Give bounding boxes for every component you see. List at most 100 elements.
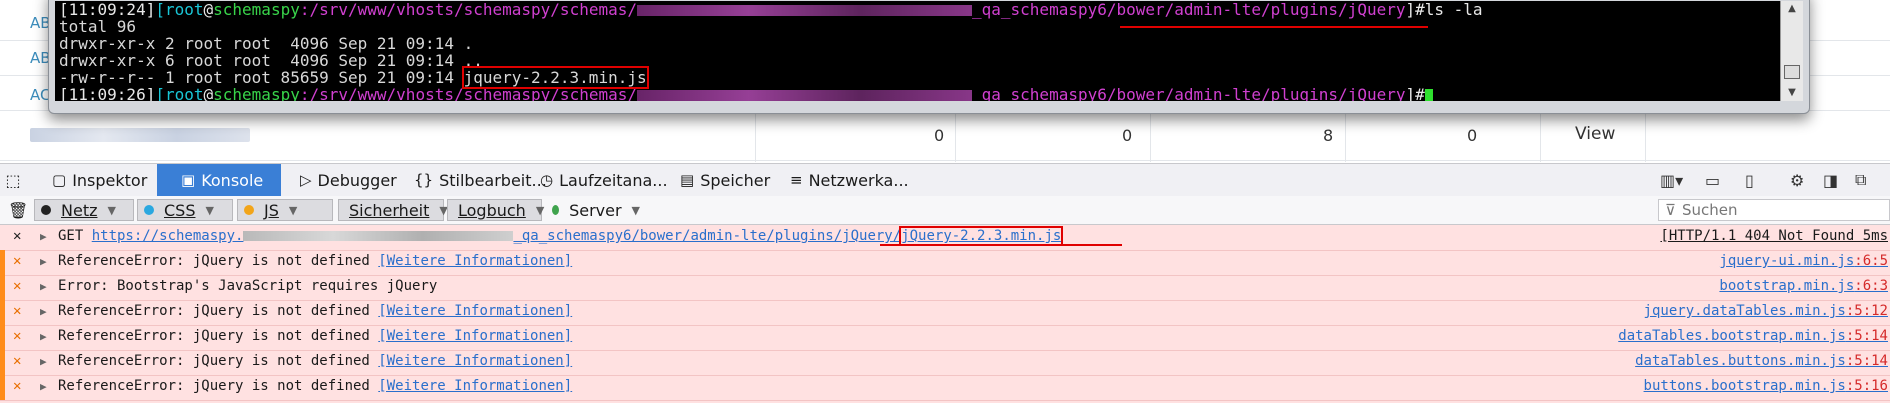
console-row-error[interactable]: ✕ ▶ ReferenceError: jQuery is not defined… bbox=[0, 300, 1890, 326]
network-icon: ≡ bbox=[790, 171, 803, 189]
close-devtools-icon[interactable]: ⧉ bbox=[1855, 164, 1866, 196]
source-link[interactable]: bootstrap.min.js:6:3 bbox=[1719, 278, 1888, 294]
redacted-url bbox=[243, 231, 514, 241]
terminal-line: total 96 bbox=[59, 17, 137, 36]
tab-debugger[interactable]: ▷ Debugger bbox=[300, 164, 397, 196]
error-x-icon: ✕ bbox=[13, 253, 22, 269]
more-info-link[interactable]: [Weitere Informationen] bbox=[378, 353, 572, 369]
annotation-underline bbox=[1120, 26, 1428, 28]
error-x-icon: ✕ bbox=[13, 328, 22, 344]
tab-stilbearbeitung[interactable]: {} Stilbearbeit... bbox=[414, 164, 547, 196]
error-x-icon: ✕ bbox=[13, 278, 22, 294]
console-row-error[interactable]: ✕ ▶ ReferenceError: jQuery is not defined… bbox=[0, 250, 1890, 276]
expand-triangle-icon[interactable]: ▶ bbox=[40, 255, 47, 268]
filter-js[interactable]: JS ▼ bbox=[237, 199, 333, 221]
filter-icon: ⊽ bbox=[1665, 201, 1676, 219]
view-link[interactable]: View bbox=[1575, 124, 1615, 144]
error-x-icon: ✕ bbox=[13, 353, 22, 369]
console-row-error[interactable]: ✕ ▶ Error: Bootstrap's JavaScript require… bbox=[0, 275, 1890, 301]
source-link[interactable]: jquery-ui.min.js:6:5 bbox=[1719, 253, 1888, 269]
console-search-input[interactable]: ⊽ Suchen bbox=[1658, 199, 1890, 221]
http-status[interactable]: [HTTP/1.1 404 Not Found 5ms bbox=[1660, 228, 1888, 244]
trash-icon[interactable]: 🗑 bbox=[2, 199, 34, 221]
memory-icon: ▤ bbox=[680, 171, 695, 189]
column-divider bbox=[1540, 110, 1541, 162]
table-cell: 8 bbox=[1323, 126, 1334, 145]
pick-element-icon[interactable]: ⬚ bbox=[0, 164, 26, 196]
css-dot-icon bbox=[144, 205, 154, 215]
braces-icon: {} bbox=[414, 171, 434, 189]
scroll-thumb[interactable] bbox=[1784, 65, 1800, 79]
more-info-link[interactable]: [Weitere Informationen] bbox=[378, 303, 572, 319]
filter-server[interactable]: Server ▼ bbox=[546, 199, 646, 221]
tab-laufzeitanalyse[interactable]: ◷ Laufzeitana... bbox=[540, 164, 668, 196]
expand-triangle-icon[interactable]: ▶ bbox=[40, 280, 47, 293]
column-divider bbox=[1345, 110, 1346, 162]
expand-triangle-icon[interactable]: ▶ bbox=[40, 380, 47, 393]
more-info-link[interactable]: [Weitere Informationen] bbox=[378, 378, 572, 394]
filter-logbuch[interactable]: Logbuch ▼ bbox=[447, 199, 545, 221]
scroll-down-icon[interactable]: ▼ bbox=[1781, 85, 1803, 101]
error-x-icon: ✕ bbox=[13, 228, 22, 244]
terminal-line: drwxr-xr-x 2 root root 4096 Sep 21 09:14… bbox=[59, 34, 474, 53]
gear-icon[interactable]: ⚙ bbox=[1790, 164, 1804, 196]
console-output: ✕ ▶ GET https://schemaspy. _qa_schemaspy6… bbox=[0, 225, 1890, 403]
terminal-line: -rw-r--r-- 1 root root 85659 Sep 21 09:1… bbox=[59, 66, 649, 89]
redacted-path bbox=[637, 5, 972, 16]
filter-netz[interactable]: Netz ▼ bbox=[34, 199, 134, 221]
terminal-prompt-line: [11:09:24][root@schemaspy:/srv/www/vhost… bbox=[59, 1, 1483, 19]
responsive-design-icon[interactable]: ▯ bbox=[1745, 164, 1754, 196]
expand-triangle-icon[interactable]: ▶ bbox=[40, 355, 47, 368]
tab-inspektor[interactable]: ▢ Inspektor bbox=[52, 164, 147, 196]
console-icon: ▣ bbox=[181, 171, 196, 189]
more-info-link[interactable]: [Weitere Informationen] bbox=[378, 328, 572, 344]
terminal-cursor bbox=[1424, 88, 1433, 101]
chevron-down-icon: ▼ bbox=[107, 203, 116, 217]
tab-konsole[interactable]: ▣ Konsole bbox=[157, 164, 281, 196]
source-link[interactable]: jquery.dataTables.min.js:5:12 bbox=[1644, 303, 1888, 319]
terminal-scrollbar[interactable]: ▲ ▼ bbox=[1780, 1, 1803, 101]
performance-icon: ◷ bbox=[540, 171, 554, 189]
chevron-down-icon: ▼ bbox=[288, 203, 298, 217]
filter-css[interactable]: CSS ▼ bbox=[137, 199, 233, 221]
chevron-down-icon: ▼ bbox=[535, 203, 545, 217]
filter-sicherheit[interactable]: Sicherheit ▼ bbox=[338, 199, 448, 221]
tab-speicher[interactable]: ▤ Speicher bbox=[680, 164, 770, 196]
dock-side-icon[interactable]: ◨ bbox=[1823, 164, 1838, 196]
terminal-line: drwxr-xr-x 6 root root 4096 Sep 21 09:14… bbox=[59, 51, 483, 70]
split-console-icon[interactable]: ▭ bbox=[1705, 164, 1720, 196]
chevron-down-icon: ▼ bbox=[631, 203, 640, 217]
table-cell: 0 bbox=[1467, 126, 1478, 145]
highlighted-request-file[interactable]: jQuery-2.2.3.min.js bbox=[899, 226, 1064, 246]
console-row-error[interactable]: ✕ ▶ ReferenceError: jQuery is not defined… bbox=[0, 325, 1890, 351]
terminal-prompt-line: [11:09:26][root@schemaspy:/srv/www/vhost… bbox=[59, 86, 1783, 101]
more-info-link[interactable]: [Weitere Informationen] bbox=[378, 253, 572, 269]
console-row-error[interactable]: ✕ ▶ ReferenceError: jQuery is not defined… bbox=[0, 350, 1890, 376]
netz-dot-icon bbox=[41, 205, 51, 215]
expand-triangle-icon[interactable]: ▶ bbox=[40, 305, 47, 318]
column-divider bbox=[955, 110, 956, 162]
error-x-icon: ✕ bbox=[13, 378, 22, 394]
request-url[interactable]: https://schemaspy. _qa_schemaspy6/bower/a… bbox=[92, 228, 901, 244]
table-cell: 0 bbox=[1122, 126, 1133, 145]
expand-triangle-icon[interactable]: ▶ bbox=[40, 330, 47, 343]
source-link[interactable]: buttons.bootstrap.min.js:5:16 bbox=[1644, 378, 1888, 394]
tab-netzwerkanalyse[interactable]: ≡ Netzwerka... bbox=[790, 164, 909, 196]
expand-triangle-icon[interactable]: ▶ bbox=[40, 230, 47, 243]
source-link[interactable]: dataTables.bootstrap.min.js:5:14 bbox=[1618, 328, 1888, 344]
terminal-output[interactable]: [11:09:24][root@schemaspy:/srv/www/vhost… bbox=[55, 1, 1783, 101]
redacted-name bbox=[30, 128, 250, 142]
scroll-up-icon[interactable]: ▲ bbox=[1781, 1, 1803, 17]
console-row-network[interactable]: ✕ ▶ GET https://schemaspy. _qa_schemaspy6… bbox=[0, 225, 1890, 251]
console-filter-bar: 🗑 Netz ▼ CSS ▼ JS ▼ Sicherheit ▼ Logbuch ▼ Se… bbox=[0, 196, 1890, 225]
source-link[interactable]: dataTables.buttons.min.js:5:14 bbox=[1635, 353, 1888, 369]
column-divider bbox=[1645, 110, 1646, 162]
dock-layout-icon[interactable]: ▥▾ bbox=[1660, 164, 1683, 196]
inspector-icon: ▢ bbox=[52, 171, 67, 189]
chevron-down-icon: ▼ bbox=[205, 203, 214, 217]
console-row-error[interactable]: ✕ ▶ ReferenceError: jQuery is not defined… bbox=[0, 375, 1890, 401]
error-x-icon: ✕ bbox=[13, 303, 22, 319]
column-divider bbox=[755, 110, 756, 162]
table-cell: 0 bbox=[934, 126, 945, 145]
terminal-window[interactable]: [11:09:24][root@schemaspy:/srv/www/vhost… bbox=[48, 0, 1810, 114]
